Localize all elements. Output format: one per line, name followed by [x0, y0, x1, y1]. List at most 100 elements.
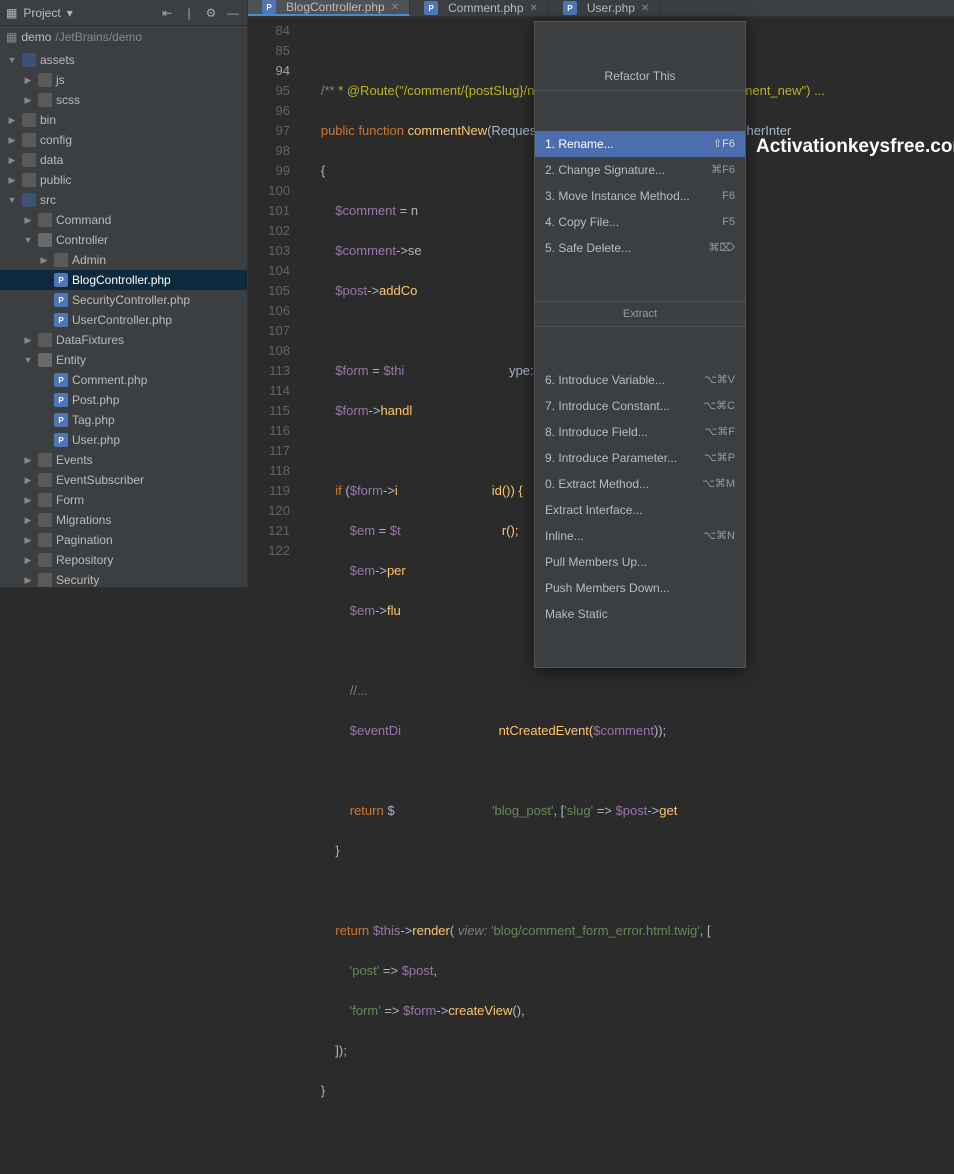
php-icon [54, 393, 68, 407]
menu-item-make-static[interactable]: Make Static [535, 601, 745, 627]
tree-item-admin[interactable]: Admin [0, 250, 247, 270]
shortcut-text: F5 [722, 212, 735, 232]
folder-icon [38, 473, 52, 487]
menu-item-5-safe-delete-[interactable]: 5. Safe Delete...⌘⌦ [535, 235, 745, 261]
tree-label: User.php [72, 433, 120, 447]
sidebar-title: Project [23, 6, 60, 20]
tree-item-migrations[interactable]: Migrations [0, 510, 247, 530]
tree-item-securitycontroller-php[interactable]: SecurityController.php [0, 290, 247, 310]
breadcrumb-root[interactable]: demo [21, 30, 51, 44]
tree-item-bin[interactable]: bin [0, 110, 247, 130]
menu-item-push-members-down-[interactable]: Push Members Down... [535, 575, 745, 601]
menu-item-pull-members-up-[interactable]: Pull Members Up... [535, 549, 745, 575]
tree-label: Comment.php [72, 373, 147, 387]
menu-item-4-copy-file-[interactable]: 4. Copy File...F5 [535, 209, 745, 235]
tree-item-scss[interactable]: scss [0, 90, 247, 110]
folder-icon [38, 533, 52, 547]
gear-icon[interactable]: ⚙ [203, 5, 219, 21]
menu-label: 8. Introduce Field... [545, 422, 648, 442]
tree-label: Tag.php [72, 413, 115, 427]
php-icon [54, 273, 68, 287]
tree-item-events[interactable]: Events [0, 450, 247, 470]
code-editor[interactable]: 8485949596979899100101102103104105106107… [248, 17, 954, 1174]
tree-item-assets[interactable]: assets [0, 50, 247, 70]
close-icon[interactable]: ✕ [530, 3, 538, 14]
editor-tabs: BlogController.php✕Comment.php✕User.php✕ [248, 0, 954, 17]
php-icon [54, 293, 68, 307]
tree-label: public [40, 173, 71, 187]
tab-user-php[interactable]: User.php ✕ [549, 0, 660, 16]
close-icon[interactable]: ✕ [391, 2, 399, 13]
dropdown-icon[interactable]: ▾ [67, 6, 73, 20]
tree-item-post-php[interactable]: Post.php [0, 390, 247, 410]
shortcut-text: ⌥⌘M [702, 474, 735, 494]
tree-item-entity[interactable]: Entity [0, 350, 247, 370]
tree-item-comment-php[interactable]: Comment.php [0, 370, 247, 390]
shortcut-text: ⌘⌦ [708, 238, 735, 258]
tree-label: Command [56, 213, 111, 227]
code-content[interactable]: /** * @Route("/comment/{postSlug}/new", … [304, 17, 954, 1174]
folder-icon [38, 493, 52, 507]
menu-item-9-introduce-parameter-[interactable]: 9. Introduce Parameter...⌥⌘P [535, 445, 745, 471]
tree-item-controller[interactable]: Controller [0, 230, 247, 250]
tree-label: data [40, 153, 63, 167]
tree-item-blogcontroller-php[interactable]: BlogController.php [0, 270, 247, 290]
menu-item-extract-interface-[interactable]: Extract Interface... [535, 497, 745, 523]
menu-title: Refactor This [535, 62, 745, 91]
hide-icon[interactable]: — [225, 5, 241, 21]
tab-label: User.php [587, 1, 635, 15]
tree-item-public[interactable]: public [0, 170, 247, 190]
menu-item-0-extract-method-[interactable]: 0. Extract Method...⌥⌘M [535, 471, 745, 497]
close-icon[interactable]: ✕ [641, 3, 649, 14]
tree-item-repository[interactable]: Repository [0, 550, 247, 570]
menu-item-8-introduce-field-[interactable]: 8. Introduce Field...⌥⌘F [535, 419, 745, 445]
tree-label: Migrations [56, 513, 111, 527]
tab-blogcontroller-php[interactable]: BlogController.php ✕ [248, 0, 410, 16]
tree-label: scss [56, 93, 80, 107]
tree-item-form[interactable]: Form [0, 490, 247, 510]
menu-label: 2. Change Signature... [545, 160, 665, 180]
menu-separator: Extract [535, 301, 745, 327]
tree-item-eventsubscriber[interactable]: EventSubscriber [0, 470, 247, 490]
tree-item-config[interactable]: config [0, 130, 247, 150]
tree-label: Events [56, 453, 93, 467]
menu-item-6-introduce-variable-[interactable]: 6. Introduce Variable...⌥⌘V [535, 367, 745, 393]
tree-item-usercontroller-php[interactable]: UserController.php [0, 310, 247, 330]
tree-item-pagination[interactable]: Pagination [0, 530, 247, 550]
php-icon [54, 413, 68, 427]
menu-label: Inline... [545, 526, 584, 546]
function-name[interactable]: commentNew [408, 123, 487, 138]
php-icon [262, 0, 276, 14]
menu-item-1-rename-[interactable]: 1. Rename...⇧F6 [535, 131, 745, 157]
tree-label: SecurityController.php [72, 293, 190, 307]
menu-item-3-move-instance-method-[interactable]: 3. Move Instance Method...F6 [535, 183, 745, 209]
tab-comment-php[interactable]: Comment.php✕ [410, 0, 549, 16]
folder-icon: ▦ [6, 6, 17, 20]
sidebar-header: ▦ Project ▾ ⇤ | ⚙ — [0, 0, 247, 26]
divider-icon: | [181, 5, 197, 21]
tree-item-data[interactable]: data [0, 150, 247, 170]
tree-item-src[interactable]: src [0, 190, 247, 210]
menu-label: Make Static [545, 604, 608, 624]
folder-icon [38, 93, 52, 107]
tab-label: BlogController.php [286, 0, 385, 14]
folder-icon [38, 513, 52, 527]
menu-item-2-change-signature-[interactable]: 2. Change Signature...⌘F6 [535, 157, 745, 183]
menu-label: Push Members Down... [545, 578, 670, 598]
menu-label: 3. Move Instance Method... [545, 186, 690, 206]
folder-icon [22, 153, 36, 167]
menu-item-inline-[interactable]: Inline...⌥⌘N [535, 523, 745, 549]
tree-item-user-php[interactable]: User.php [0, 430, 247, 450]
tree-item-security[interactable]: Security [0, 570, 247, 587]
tree-item-tag-php[interactable]: Tag.php [0, 410, 247, 430]
collapse-icon[interactable]: ⇤ [159, 5, 175, 21]
folder-icon [22, 113, 36, 127]
folder-icon [22, 133, 36, 147]
tree-item-datafixtures[interactable]: DataFixtures [0, 330, 247, 350]
tree-item-js[interactable]: js [0, 70, 247, 90]
tree-item-command[interactable]: Command [0, 210, 247, 230]
menu-label: 9. Introduce Parameter... [545, 448, 677, 468]
project-tree[interactable]: assetsjs scss binconfig data public src Comman… [0, 48, 247, 587]
menu-item-7-introduce-constant-[interactable]: 7. Introduce Constant...⌥⌘C [535, 393, 745, 419]
folder-icon [22, 173, 36, 187]
